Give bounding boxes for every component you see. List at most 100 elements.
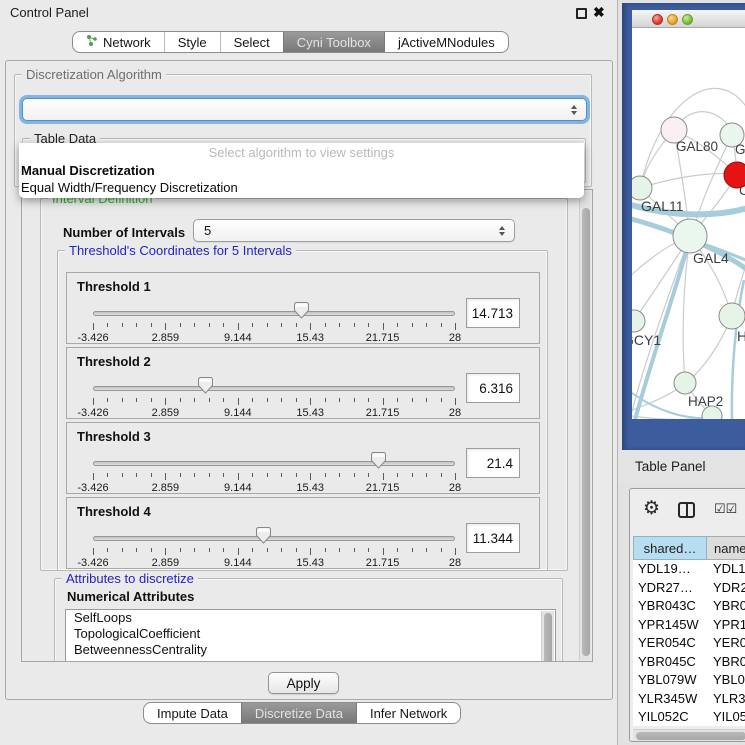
network-node-gcy1[interactable] <box>632 310 645 332</box>
number-of-intervals-combobox[interactable]: 5 <box>193 219 515 242</box>
table-row[interactable]: YDL19…YDL19 <box>633 560 745 579</box>
threshold-panel-3: Threshold 3 -3.4262.8599.14415.4321.7152… <box>66 422 540 494</box>
split-view-icon[interactable] <box>678 502 695 518</box>
threshold-label: Threshold 2 <box>77 354 151 369</box>
table-row[interactable]: YBL079WYBL079W <box>633 671 745 690</box>
network-node-label: GAL4 <box>693 250 729 266</box>
checkbox-columns-icon[interactable]: ☑☑ <box>714 501 737 517</box>
slider-scale-labels: -3.4262.8599.14415.4321.71528 <box>93 332 455 344</box>
table-rows: YDL19…YDL19YDR27…YDR27YBR043CYBR043CYPR1… <box>633 560 745 726</box>
close-icon[interactable]: ✖ <box>593 4 605 21</box>
slider-track[interactable] <box>93 311 455 316</box>
attributes-group: Attributes to discretize Numerical Attri… <box>54 578 563 662</box>
thresholds-container: Threshold 1 -3.4262.8599.14415.4321.7152… <box>66 272 540 572</box>
gear-icon[interactable]: ⚙ <box>643 497 660 520</box>
network-node-label: C <box>739 183 745 198</box>
threshold-slider[interactable]: -3.4262.8599.14415.4321.71528 <box>93 374 455 420</box>
table-row[interactable]: YBR043CYBR043C <box>633 597 745 616</box>
table-row[interactable]: YDR27…YDR27 <box>633 579 745 598</box>
combo-arrows-icon <box>499 226 506 236</box>
attribute-list-scrollbar[interactable] <box>541 611 554 662</box>
network-canvas[interactable]: GAL80GACGAL11GAL4GCY1HHAP2 <box>632 28 745 419</box>
slider-track[interactable] <box>93 386 455 391</box>
table-horizontal-scrollbar[interactable] <box>633 729 745 741</box>
table-row[interactable]: YLR345WYLR345W <box>633 690 745 709</box>
network-node-gal4[interactable] <box>673 219 707 253</box>
network-node-label: GAL80 <box>676 139 718 154</box>
popup-item-equal-width-frequency[interactable]: Equal Width/Frequency Discretization <box>19 179 584 196</box>
slider-scale-labels: -3.4262.8599.14415.4321.71528 <box>93 482 455 494</box>
network-edge[interactable] <box>640 174 735 188</box>
threshold-value-field[interactable]: 14.713 <box>466 298 520 328</box>
close-traffic-light[interactable] <box>652 14 663 25</box>
threshold-slider[interactable]: -3.4262.8599.14415.4321.71528 <box>93 524 455 570</box>
threshold-panel-1: Threshold 1 -3.4262.8599.14415.4321.7152… <box>66 272 540 344</box>
table-row[interactable]: YBR045CYBR045C <box>633 653 745 672</box>
network-node-label: HAP2 <box>688 394 723 409</box>
tab-jactivemnodules[interactable]: jActiveMNodules <box>384 32 508 52</box>
network-node-hap2[interactable] <box>674 372 696 394</box>
tab-discretize-data[interactable]: Discretize Data <box>241 703 356 723</box>
numerical-attributes-list: SelfLoopsTopologicalCoefficientBetweenne… <box>65 609 556 662</box>
minimize-traffic-light[interactable] <box>667 14 678 25</box>
network-node-gal11[interactable] <box>632 176 652 200</box>
tab-network[interactable]: Network <box>73 32 164 52</box>
slider-track[interactable] <box>93 536 455 541</box>
table-row[interactable]: YIL052CYIL052C <box>633 708 745 726</box>
threshold-value-field[interactable]: 6.316 <box>466 373 520 403</box>
slider-thumb-icon[interactable] <box>256 527 271 544</box>
slider-scale-labels: -3.4262.8599.14415.4321.71528 <box>93 407 455 419</box>
threshold-value-field[interactable]: 21.4 <box>466 448 520 478</box>
apply-button[interactable]: Apply <box>268 672 339 694</box>
threshold-value-field[interactable]: 11.344 <box>466 523 520 553</box>
combo-arrows-icon <box>571 105 578 115</box>
attribute-list-item[interactable]: SelfLoops <box>66 610 555 626</box>
slider-thumb-icon[interactable] <box>294 302 309 319</box>
network-edge-highlighted[interactable] <box>732 280 744 419</box>
network-node-label: GA <box>735 142 745 157</box>
tab-style[interactable]: Style <box>164 32 220 52</box>
slider-track[interactable] <box>93 461 455 466</box>
network-node-h[interactable] <box>719 303 745 329</box>
slider-ticks <box>93 548 455 556</box>
attribute-list-item[interactable]: BetweennessCentrality <box>66 642 555 658</box>
zoom-traffic-light[interactable] <box>682 14 693 25</box>
slider-thumb-icon[interactable] <box>198 377 213 394</box>
panel-title: Control Panel <box>10 5 89 20</box>
settings-scroll-area: Interval Definition Number of Intervals … <box>21 189 593 662</box>
float-window-icon[interactable] <box>576 8 587 19</box>
column-header-shared[interactable]: shared… <box>633 536 707 560</box>
screen: Control Panel ✖ Network Style Select <box>0 0 745 745</box>
settings-vertical-scrollbar[interactable] <box>579 191 591 660</box>
popup-prompt: Select algorithm to view settings <box>19 143 584 162</box>
top-tab-bar: Network Style Select Cyni Toolbox jActiv… <box>72 31 509 53</box>
network-node-label: GAL11 <box>641 198 684 214</box>
group-title: Threshold's Coordinates for 5 Intervals <box>65 243 296 258</box>
network-node-label: H <box>737 328 745 344</box>
table-row[interactable]: YPR145WYPR145W <box>633 616 745 635</box>
control-panel-window: Control Panel ✖ Network Style Select <box>0 0 618 745</box>
slider-ticks <box>93 323 455 331</box>
tab-impute-data[interactable]: Impute Data <box>144 703 241 723</box>
popup-item-manual-discretization[interactable]: Manual Discretization <box>19 162 584 179</box>
threshold-slider[interactable]: -3.4262.8599.14415.4321.71528 <box>93 449 455 495</box>
tab-select[interactable]: Select <box>220 32 283 52</box>
tab-network-label: Network <box>103 35 151 50</box>
algorithm-combobox[interactable] <box>22 98 587 121</box>
threshold-label: Threshold 3 <box>77 429 151 444</box>
number-of-intervals-label: Number of Intervals <box>63 225 185 240</box>
algorithm-dropdown-popup: Select algorithm to view settings Manual… <box>19 143 584 198</box>
network-window-titlebar[interactable] <box>632 10 745 28</box>
attribute-list-item[interactable]: TopologicalCoefficient <box>66 626 555 642</box>
interval-definition-group: Interval Definition Number of Intervals … <box>40 198 568 571</box>
slider-thumb-icon[interactable] <box>371 452 386 469</box>
column-header-name[interactable]: name <box>707 536 745 560</box>
tab-cyni-toolbox[interactable]: Cyni Toolbox <box>283 32 384 52</box>
threshold-panel-4: Threshold 4 -3.4262.8599.14415.4321.7152… <box>66 497 540 569</box>
tab-infer-network[interactable]: Infer Network <box>356 703 460 723</box>
numerical-attributes-label: Numerical Attributes <box>67 589 194 604</box>
bottom-tab-bar: Impute Data Discretize Data Infer Networ… <box>143 702 461 724</box>
table-panel-title: Table Panel <box>635 459 706 474</box>
threshold-slider[interactable]: -3.4262.8599.14415.4321.71528 <box>93 299 455 345</box>
table-row[interactable]: YER054CYER054C <box>633 634 745 653</box>
